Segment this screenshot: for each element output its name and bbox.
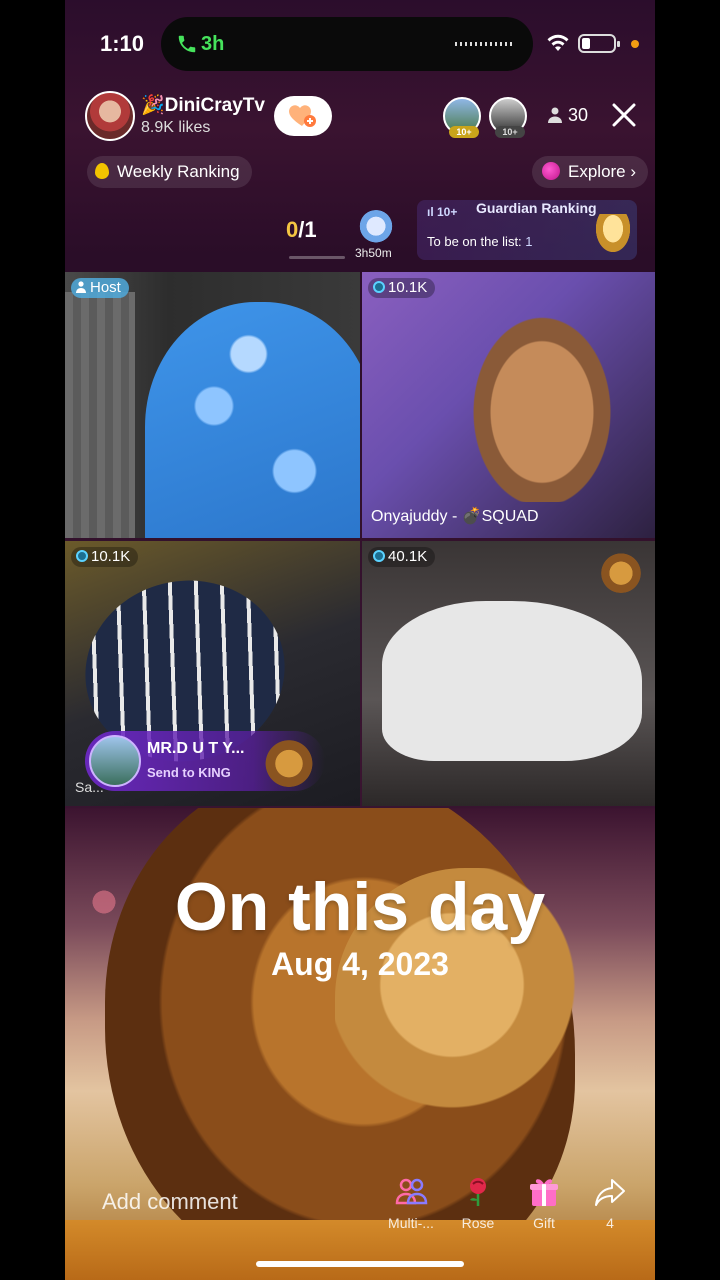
close-icon[interactable] [610,101,638,129]
timer-avatar-icon[interactable] [358,210,394,246]
host-tag-label: Host [90,279,121,296]
host-name[interactable]: 🎉DiniCrayTv [141,93,265,117]
home-indicator[interactable] [256,1261,464,1267]
host-avatar[interactable] [85,91,135,141]
top-viewer-avatar[interactable]: 10+ [489,97,527,138]
memory-title: On this day [174,869,546,945]
gift-banner[interactable]: MR.D U T Y... Send to KING [85,731,325,791]
person-icon [548,107,562,123]
koala-blanket [145,302,360,538]
gift-target: Send to KING [147,765,231,780]
top-viewer-avatar[interactable]: 10+ [443,97,481,138]
drop-icon [95,163,109,179]
weekly-ranking-button[interactable]: Weekly Ranking [87,156,252,188]
privacy-indicator [631,40,639,48]
phone-icon [178,35,196,53]
goal-timer: 3h50m [355,246,392,260]
viewer-count-value: 30 [568,105,589,125]
memory-date: Aug 4, 2023 [271,946,449,982]
guest-video-tile[interactable]: 10.1K Onyajuddy - 💣SQUAD [362,272,655,538]
guest-face [462,302,622,502]
explore-label: Explore [568,162,626,181]
goal-total: /1 [298,217,317,242]
heart-plus-icon [289,105,316,127]
share-button[interactable]: 4 [584,1175,636,1231]
lion-gift-icon [263,735,315,787]
multi-guest-icon [395,1178,428,1205]
share-count: 4 [606,1215,614,1231]
weekly-ranking-label: Weekly Ranking [117,162,240,181]
viewer-count[interactable]: 30 [548,105,588,126]
explore-orb-icon [542,162,560,180]
gift-icon [530,1179,558,1206]
call-duration: 3h [201,33,225,55]
gift-button[interactable]: Gift [518,1175,570,1231]
viewer-level-badge: 10+ [495,126,525,138]
share-arrow-icon [595,1179,625,1206]
viewer-level-badge: 10+ [449,126,479,138]
guardian-ranking-card[interactable]: ıl 10+ Guardian Ranking To be on the lis… [417,200,637,260]
guest-score-badge: 10.1K [71,547,139,567]
host-video-tile[interactable]: Host [65,272,360,538]
gem-icon [76,550,88,562]
multi-guest-label: Multi-... [388,1215,434,1231]
gifter-name: MR.D U T Y... [147,740,245,757]
explore-button[interactable]: Explore › [532,156,649,188]
guardian-sub: To be on the list: 1 [427,234,533,249]
status-bar: 1:10 3h [0,0,720,90]
gem-icon [373,550,385,562]
battery-icon [578,34,620,53]
gem-icon [373,281,385,293]
status-time: 1:10 [100,31,145,56]
audio-waveform [455,42,515,46]
lion-sticker-icon [599,549,643,593]
guardian-title: Guardian Ranking [476,200,597,216]
goal-progress[interactable]: 0/1 [286,217,317,243]
guest-video-tile[interactable]: 40.1K [362,541,655,806]
multi-guest-button[interactable]: Multi-... [385,1175,437,1231]
guest-score-badge: 40.1K [368,547,436,567]
guest-name: Onyajuddy - 💣SQUAD [371,508,539,525]
guardian-value: 1 [525,234,533,249]
guardian-level-badge: ıl 10+ [427,205,458,219]
call-pill[interactable]: 3h [161,17,533,71]
rose-gift-button[interactable]: Rose [452,1175,504,1231]
rose-label: Rose [461,1215,495,1231]
goal-progress-bar [289,256,345,259]
follow-button[interactable] [274,96,332,136]
guest-score-badge: 10.1K [368,278,436,298]
comment-input[interactable]: Add comment [102,1189,238,1215]
gift-label: Gift [533,1215,555,1231]
wifi-icon [547,34,569,51]
guest-sheet [382,601,642,761]
host-tag: Host [71,278,129,298]
goal-current: 0 [286,217,299,242]
rose-icon [470,1178,486,1206]
chevron-right-icon: › [630,162,637,181]
person-icon [76,281,86,293]
trophy-icon [593,214,633,256]
gifter-avatar [89,735,141,787]
host-likes: 8.9K likes [141,119,211,136]
